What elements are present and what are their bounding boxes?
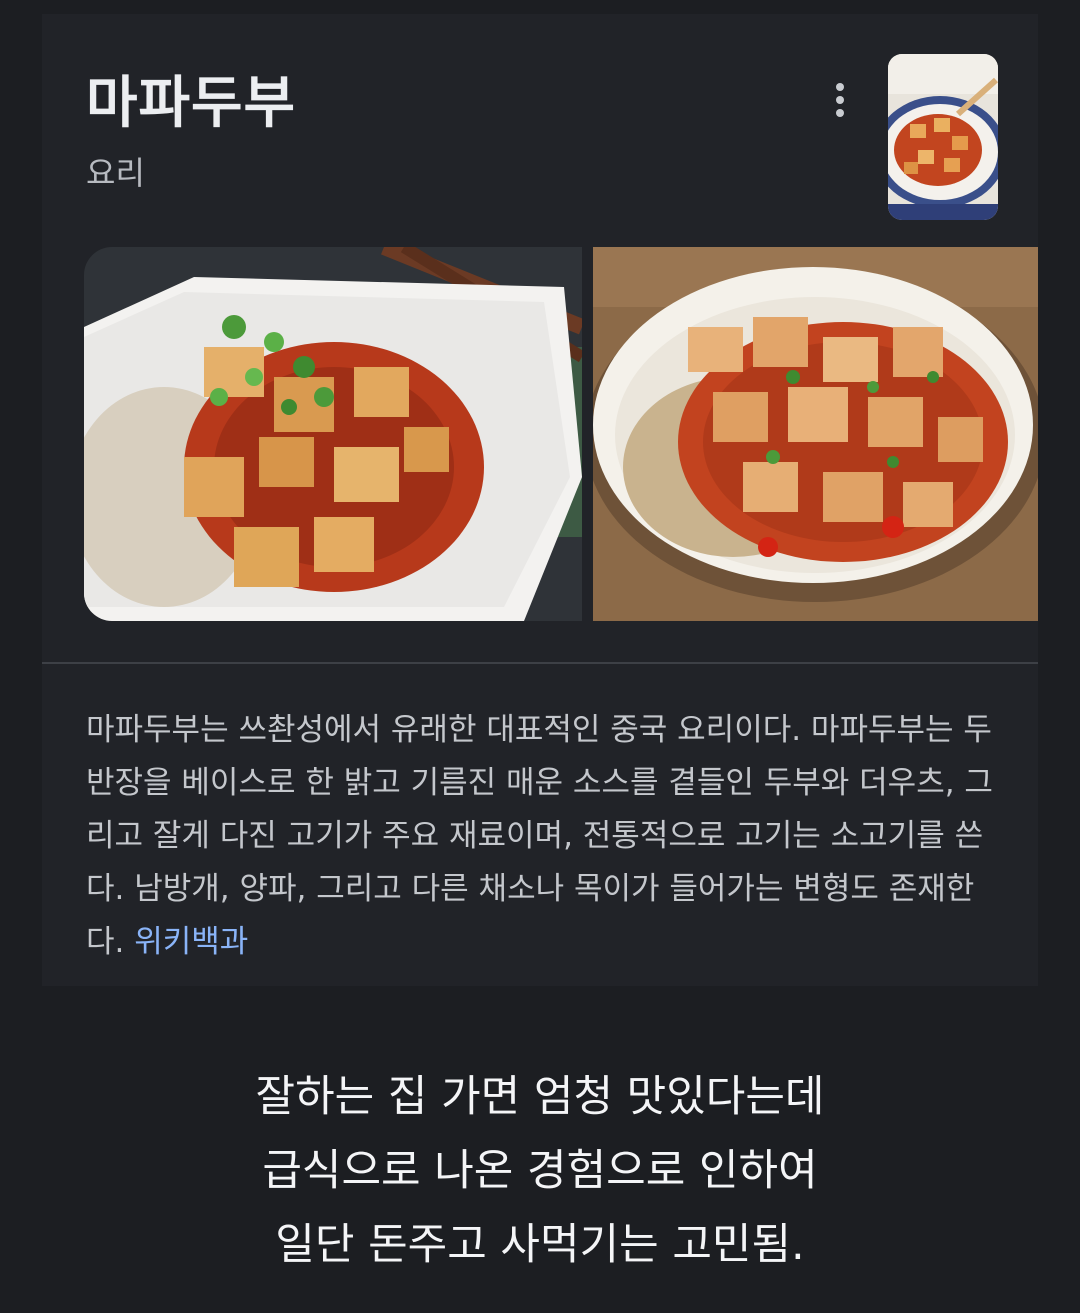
caption-line: 잘하는 집 가면 엄청 맛있다는데 <box>255 1072 825 1122</box>
thumbnail-image[interactable] <box>888 54 998 220</box>
description: 마파두부는 쓰촨성에서 유래한 대표적인 중국 요리이다. 마파두부는 두반장을… <box>86 704 1006 969</box>
more-options-button[interactable] <box>814 74 866 126</box>
description-text: 마파두부는 쓰촨성에서 유래한 대표적인 중국 요리이다. 마파두부는 두반장을… <box>86 712 993 960</box>
panel-subtitle: 요리 <box>86 154 145 192</box>
dish-image-1[interactable] <box>84 247 582 621</box>
caption: 잘하는 집 가면 엄청 맛있다는데 급식으로 나온 경험으로 인하여 일단 돈주… <box>0 1060 1080 1282</box>
caption-line: 급식으로 나온 경험으로 인하여 <box>262 1146 818 1196</box>
caption-line: 일단 돈주고 사먹기는 고민됨. <box>275 1220 805 1270</box>
knowledge-panel: 마파두부 요리 마파두부는 쓰촨성에서 유래한 대표적인 중국 요리이다. 마파… <box>42 14 1038 986</box>
section-divider <box>42 662 1038 664</box>
panel-title: 마파두부 <box>86 71 297 136</box>
wikipedia-link[interactable]: 위키백과 <box>134 924 248 960</box>
more-vert-icon <box>836 83 844 117</box>
dish-image-2[interactable] <box>593 247 1038 621</box>
